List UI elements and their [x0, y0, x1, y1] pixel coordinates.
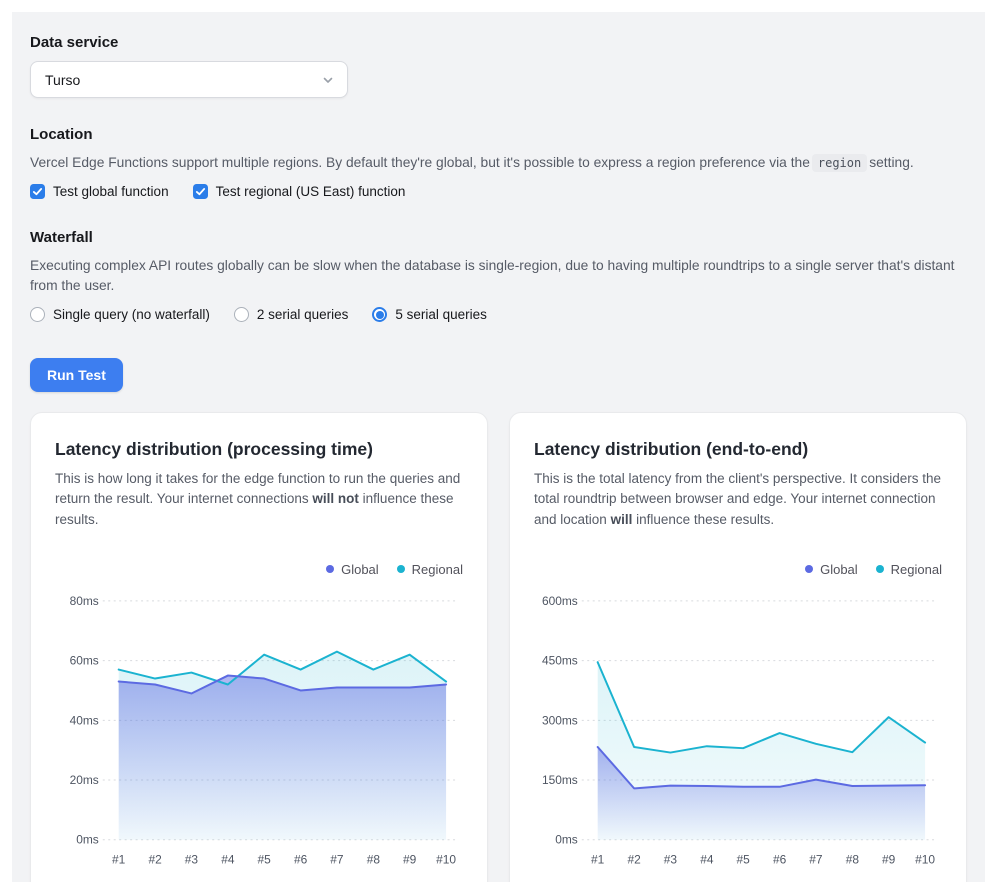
radio-5-serial-queries[interactable]: 5 serial queries	[372, 307, 487, 322]
location-heading: Location	[30, 126, 967, 143]
svg-text:80ms: 80ms	[70, 594, 99, 608]
latency-processing-chart: 0ms 20ms 40ms 60ms 80ms #1 #2 #3 #4 #5 #6 #7 #8 #9 #10	[55, 583, 463, 882]
checkbox-test-global-function[interactable]: Test global function	[30, 184, 169, 199]
chart-description: This is the total latency from the clien…	[534, 469, 942, 530]
svg-text:#7: #7	[809, 852, 823, 866]
location-checkbox-row: Test global function Test regional (US E…	[30, 184, 967, 199]
chart-description-text-end: influence these results.	[632, 512, 774, 527]
svg-text:60ms: 60ms	[70, 653, 99, 667]
svg-text:#6: #6	[294, 852, 308, 866]
svg-text:#4: #4	[221, 852, 235, 866]
check-icon	[32, 186, 43, 197]
svg-text:#7: #7	[330, 852, 344, 866]
global-series-dot-icon	[326, 565, 334, 573]
svg-text:#9: #9	[882, 852, 896, 866]
legend-label: Regional	[891, 562, 942, 577]
svg-text:0ms: 0ms	[76, 833, 99, 847]
legend-item-regional: Regional	[397, 562, 463, 577]
chart-title: Latency distribution (processing time)	[55, 439, 463, 460]
waterfall-heading: Waterfall	[30, 229, 967, 246]
location-description-text-end: setting.	[869, 155, 913, 170]
radio-button[interactable]	[30, 307, 45, 322]
waterfall-description: Executing complex API routes globally ca…	[30, 256, 967, 297]
legend-item-global: Global	[805, 562, 858, 577]
svg-text:#2: #2	[627, 852, 641, 866]
radio-button[interactable]	[372, 307, 387, 322]
chart-card-processing-time: Latency distribution (processing time) T…	[30, 412, 488, 882]
svg-text:#10: #10	[915, 852, 935, 866]
checkbox-box[interactable]	[30, 184, 45, 199]
svg-text:#9: #9	[403, 852, 417, 866]
data-service-heading: Data service	[30, 34, 967, 51]
checkbox-box[interactable]	[193, 184, 208, 199]
svg-text:#1: #1	[591, 852, 605, 866]
svg-text:20ms: 20ms	[70, 773, 99, 787]
waterfall-radio-row: Single query (no waterfall) 2 serial que…	[30, 307, 967, 322]
svg-text:#3: #3	[664, 852, 678, 866]
chart-card-end-to-end: Latency distribution (end-to-end) This i…	[509, 412, 967, 882]
svg-text:#6: #6	[773, 852, 787, 866]
chart-legend: Global Regional	[534, 562, 942, 577]
svg-text:#10: #10	[436, 852, 456, 866]
svg-text:#3: #3	[185, 852, 199, 866]
location-description-text: Vercel Edge Functions support multiple r…	[30, 155, 810, 170]
chart-description: This is how long it takes for the edge f…	[55, 469, 463, 530]
global-series-dot-icon	[805, 565, 813, 573]
chart-description-bold: will not	[312, 491, 359, 506]
svg-text:#2: #2	[148, 852, 162, 866]
legend-label: Global	[820, 562, 858, 577]
legend-label: Global	[341, 562, 379, 577]
svg-text:600ms: 600ms	[542, 594, 578, 608]
run-test-button[interactable]: Run Test	[30, 358, 123, 392]
regional-series-dot-icon	[876, 565, 884, 573]
radio-label: Single query (no waterfall)	[53, 307, 210, 322]
legend-item-regional: Regional	[876, 562, 942, 577]
legend-label: Regional	[412, 562, 463, 577]
checkbox-label: Test global function	[53, 184, 169, 199]
chevron-down-icon	[321, 73, 335, 87]
legend-item-global: Global	[326, 562, 379, 577]
svg-text:150ms: 150ms	[542, 773, 578, 787]
region-code-chip: region	[812, 154, 867, 172]
svg-text:#8: #8	[846, 852, 860, 866]
chart-legend: Global Regional	[55, 562, 463, 577]
svg-text:40ms: 40ms	[70, 713, 99, 727]
checkbox-label: Test regional (US East) function	[216, 184, 406, 199]
regional-series-dot-icon	[397, 565, 405, 573]
chart-title: Latency distribution (end-to-end)	[534, 439, 942, 460]
svg-text:#8: #8	[367, 852, 381, 866]
svg-text:#4: #4	[700, 852, 714, 866]
app-panel: Data service Turso Location Vercel Edge …	[12, 12, 985, 882]
svg-text:#5: #5	[258, 852, 272, 866]
svg-text:0ms: 0ms	[555, 833, 578, 847]
data-service-selected-value: Turso	[45, 72, 80, 88]
svg-text:300ms: 300ms	[542, 713, 578, 727]
chart-description-bold: will	[611, 512, 633, 527]
radio-single-query[interactable]: Single query (no waterfall)	[30, 307, 210, 322]
svg-text:#1: #1	[112, 852, 126, 866]
chart-cards-row: Latency distribution (processing time) T…	[30, 412, 967, 882]
radio-label: 2 serial queries	[257, 307, 349, 322]
latency-end-to-end-chart: 0ms 150ms 300ms 450ms 600ms #1 #2 #3 #4 #5 #6 #7 #8 #…	[534, 583, 942, 882]
data-service-select[interactable]: Turso	[30, 61, 348, 98]
radio-label: 5 serial queries	[395, 307, 487, 322]
svg-text:#5: #5	[737, 852, 751, 866]
checkbox-test-regional-function[interactable]: Test regional (US East) function	[193, 184, 406, 199]
radio-button[interactable]	[234, 307, 249, 322]
location-description: Vercel Edge Functions support multiple r…	[30, 153, 967, 174]
check-icon	[195, 186, 206, 197]
radio-2-serial-queries[interactable]: 2 serial queries	[234, 307, 349, 322]
svg-text:450ms: 450ms	[542, 653, 578, 667]
